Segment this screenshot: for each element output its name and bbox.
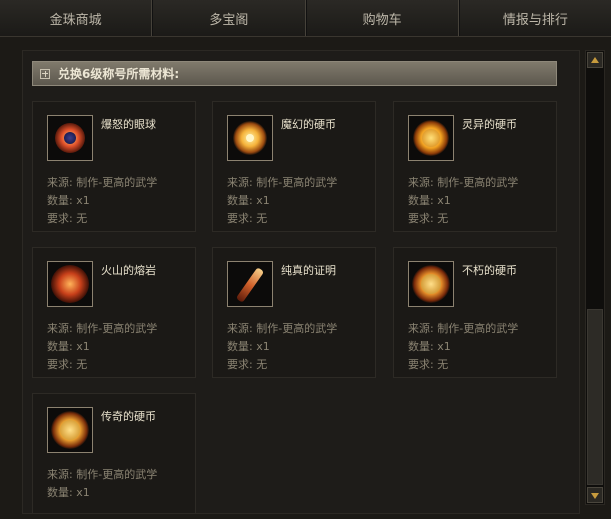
item-card[interactable]: 火山的熔岩 来源: 制作-更高的武学 数量: x1 要求: 无 (32, 247, 196, 378)
source-line: 来源: 制作-更高的武学 (47, 322, 158, 335)
spirit-coin-icon (408, 115, 454, 161)
requirement-line: 要求: 无 (227, 212, 268, 225)
quantity-line: 数量: x1 (47, 194, 90, 207)
source-line: 来源: 制作-更高的武学 (47, 468, 158, 481)
item-card[interactable]: 爆怒的眼球 来源: 制作-更高的武学 数量: x1 要求: 无 (32, 101, 196, 232)
item-name: 纯真的证明 (281, 264, 336, 277)
item-name: 火山的熔岩 (101, 264, 156, 277)
materials-panel: 兑换6级称号所需材料: 爆怒的眼球 来源: 制作-更高的武学 数量: x1 要求… (22, 50, 580, 514)
item-name: 不朽的硬币 (462, 264, 517, 277)
item-name: 传奇的硬币 (101, 410, 156, 423)
window: 金珠商城 多宝阁 购物车 情报与排行 兑换6级称号所需材料: 爆怒的眼球 来源:… (0, 0, 611, 519)
section-title: 兑换6级称号所需材料: (58, 67, 180, 81)
item-card[interactable]: 魔幻的硬币 来源: 制作-更高的武学 数量: x1 要求: 无 (212, 101, 376, 232)
requirement-line: 要求: 无 (408, 212, 449, 225)
lava-icon (47, 261, 93, 307)
scroll-down-button[interactable] (587, 487, 603, 503)
quantity-line: 数量: x1 (408, 194, 451, 207)
item-card[interactable]: 不朽的硬币 来源: 制作-更高的武学 数量: x1 要求: 无 (393, 247, 557, 378)
arrow-down-icon (591, 493, 599, 499)
scroll-thumb[interactable] (587, 309, 603, 485)
item-name: 爆怒的眼球 (101, 118, 156, 131)
source-line: 来源: 制作-更高的武学 (227, 176, 338, 189)
tab-shopping-cart[interactable]: 购物车 (305, 0, 459, 36)
scroll-up-button[interactable] (587, 52, 603, 68)
tab-intel-ranking[interactable]: 情报与排行 (458, 0, 611, 36)
eyeball-icon (47, 115, 93, 161)
arrow-up-icon (591, 57, 599, 63)
source-line: 来源: 制作-更高的武学 (47, 176, 158, 189)
tab-treasure-pavilion[interactable]: 多宝阁 (152, 0, 306, 36)
requirement-line: 要求: 无 (47, 358, 88, 371)
item-card[interactable]: 灵异的硬币 来源: 制作-更高的武学 数量: x1 要求: 无 (393, 101, 557, 232)
quantity-line: 数量: x1 (408, 340, 451, 353)
proof-icon (227, 261, 273, 307)
quantity-line: 数量: x1 (227, 194, 270, 207)
quantity-line: 数量: x1 (47, 340, 90, 353)
quantity-line: 数量: x1 (47, 486, 90, 499)
item-name: 魔幻的硬币 (281, 118, 336, 131)
item-name: 灵异的硬币 (462, 118, 517, 131)
requirement-line: 要求: 无 (227, 358, 268, 371)
quantity-line: 数量: x1 (227, 340, 270, 353)
immortal-coin-icon (408, 261, 454, 307)
top-tab-bar: 金珠商城 多宝阁 购物车 情报与排行 (0, 0, 611, 37)
source-line: 来源: 制作-更高的武学 (408, 322, 519, 335)
item-card[interactable]: 传奇的硬币 来源: 制作-更高的武学 数量: x1 (32, 393, 196, 513)
source-line: 来源: 制作-更高的武学 (408, 176, 519, 189)
requirement-line: 要求: 无 (47, 212, 88, 225)
magic-coin-icon (227, 115, 273, 161)
vertical-scrollbar[interactable] (585, 50, 605, 505)
legend-coin-icon (47, 407, 93, 453)
tab-gold-mall[interactable]: 金珠商城 (0, 0, 153, 36)
expand-icon[interactable] (40, 68, 50, 79)
requirement-line: 要求: 无 (408, 358, 449, 371)
section-header[interactable]: 兑换6级称号所需材料: (32, 61, 557, 86)
item-card[interactable]: 纯真的证明 来源: 制作-更高的武学 数量: x1 要求: 无 (212, 247, 376, 378)
source-line: 来源: 制作-更高的武学 (227, 322, 338, 335)
